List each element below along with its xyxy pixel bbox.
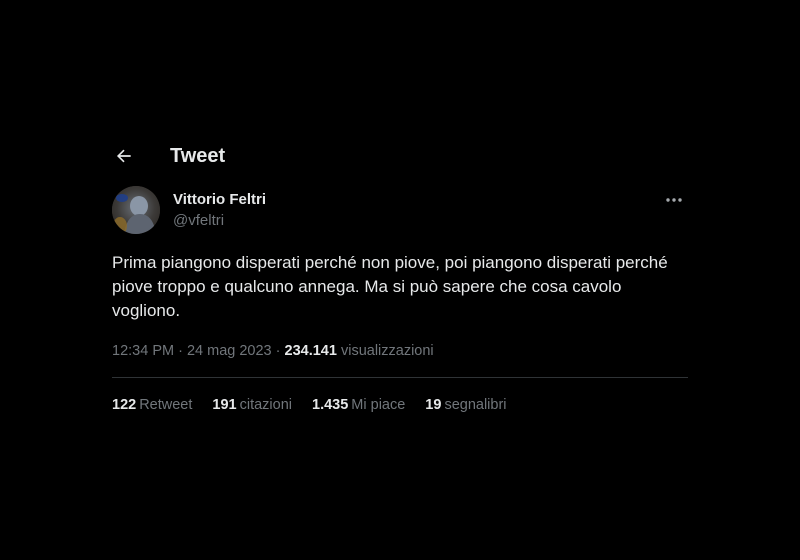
views-count: 234.141 <box>284 343 337 359</box>
meta-separator: · <box>174 343 187 359</box>
tweet-text: Prima piangono disperati perché non piov… <box>112 253 668 320</box>
stat-retweets[interactable]: 122 Retweet <box>112 395 192 415</box>
stat-bookmarks[interactable]: 19 segnalibri <box>425 395 506 415</box>
tweet-author: Vittorio Feltri @vfeltri <box>112 186 688 236</box>
stat-label: segnalibri <box>444 397 507 413</box>
divider <box>112 377 688 378</box>
more-horizontal-icon <box>666 198 682 202</box>
stat-count: 122 <box>112 397 137 413</box>
stat-count: 191 <box>212 397 237 413</box>
meta-separator: · <box>271 343 285 359</box>
back-button[interactable] <box>112 144 136 168</box>
stat-count: 1.435 <box>312 397 349 413</box>
engagement-stats: 122 Retweet 191 citazioni 1.435 Mi piace 19… <box>112 395 527 415</box>
stat-quotes[interactable]: 191 citazioni <box>212 395 292 415</box>
stat-label: citazioni <box>239 397 292 413</box>
more-options-button[interactable] <box>662 190 686 210</box>
author-handle[interactable]: @vfeltri <box>173 211 266 231</box>
views-label: visualizzazioni <box>340 343 434 359</box>
stat-likes[interactable]: 1.435 Mi piace <box>312 395 405 415</box>
tweet-date[interactable]: 24 mag 2023 <box>187 343 272 359</box>
tweet-time[interactable]: 12:34 PM <box>112 343 174 359</box>
author-display-name[interactable]: Vittorio Feltri <box>173 190 266 210</box>
arrow-left-icon <box>116 149 131 163</box>
page-title: Tweet <box>170 144 226 167</box>
profile-photo <box>112 186 160 234</box>
stat-count: 19 <box>425 397 442 413</box>
author-names: Vittorio Feltri @vfeltri <box>173 190 266 231</box>
stat-label: Retweet <box>139 397 193 413</box>
page-header: Tweet <box>112 140 225 172</box>
tweet-page: Tweet Vittorio Feltri @vfeltri Prima pia… <box>0 0 800 560</box>
avatar[interactable] <box>112 186 160 234</box>
tweet-metadata: 12:34 PM · 24 mag 2023 · 234.141 visuali… <box>112 341 434 361</box>
stat-label: Mi piace <box>351 397 406 413</box>
